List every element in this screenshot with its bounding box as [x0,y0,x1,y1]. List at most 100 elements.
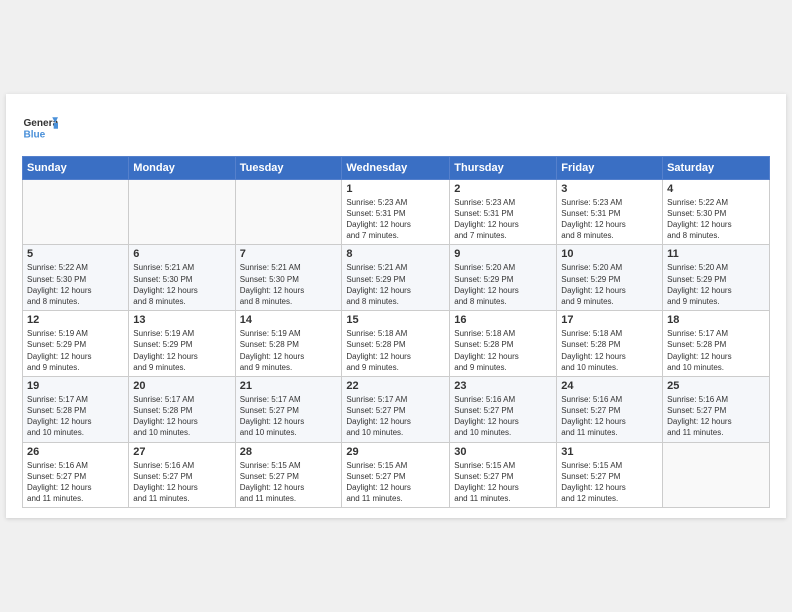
calendar-day-3: 3Sunrise: 5:23 AM Sunset: 5:31 PM Daylig… [557,179,663,245]
calendar-day-4: 4Sunrise: 5:22 AM Sunset: 5:30 PM Daylig… [663,179,770,245]
calendar-day-21: 21 Sunrise: 5:17 AM Sunset: 5:27 PM Dayli… [235,376,342,442]
calendar-day-13: 13 Sunrise: 5:19 AM Sunset: 5:29 PM Dayli… [129,311,235,377]
weekday-header-sunday: Sunday [23,156,129,179]
calendar-day-12: 12 Sunrise: 5:19 AM Sunset: 5:29 PM Dayli… [23,311,129,377]
day-number: 16 [454,314,552,326]
day-info: Sunrise: 5:19 AM Sunset: 5:28 PM Dayligh… [240,328,338,373]
svg-text:Blue: Blue [23,129,45,140]
calendar-week-row: 5 Sunrise: 5:22 AM Sunset: 5:30 PM Daylig… [23,245,770,311]
day-info: Sunrise: 5:20 AM Sunset: 5:29 PM Dayligh… [454,262,552,307]
calendar-day-25: 25 Sunrise: 5:16 AM Sunset: 5:27 PM Dayli… [663,376,770,442]
calendar-day-2: 2 Sunrise: 5:23 AM Sunset: 5:31 PM Daylig… [450,179,557,245]
day-number: 31 [561,446,658,458]
calendar-day-6: 6Sunrise: 5:21 AM Sunset: 5:30 PM Daylig… [129,245,235,311]
day-info: Sunrise: 5:22 AM Sunset: 5:30 PM Dayligh… [27,262,124,307]
day-info: Sunrise: 5:15 AM Sunset: 5:27 PM Dayligh… [561,460,658,505]
day-number: 21 [240,380,338,392]
day-number: 24 [561,380,658,392]
calendar-day-17: 17 Sunrise: 5:18 AM Sunset: 5:28 PM Dayli… [557,311,663,377]
weekday-header-saturday: Saturday [663,156,770,179]
calendar-container: General Blue SundayMondayTuesdayWednesda… [6,94,786,519]
calendar-day-29: 29Sunrise: 5:15 AM Sunset: 5:27 PM Dayli… [342,442,450,508]
day-info: Sunrise: 5:21 AM Sunset: 5:29 PM Dayligh… [346,262,445,307]
calendar-day-empty [235,179,342,245]
day-number: 8 [346,248,445,260]
day-number: 13 [133,314,230,326]
day-number: 23 [454,380,552,392]
day-number: 3 [561,183,658,195]
weekday-header-tuesday: Tuesday [235,156,342,179]
day-info: Sunrise: 5:16 AM Sunset: 5:27 PM Dayligh… [561,394,658,439]
calendar-day-23: 23 Sunrise: 5:16 AM Sunset: 5:27 PM Dayli… [450,376,557,442]
calendar-day-20: 20 Sunrise: 5:17 AM Sunset: 5:28 PM Dayli… [129,376,235,442]
day-info: Sunrise: 5:17 AM Sunset: 5:28 PM Dayligh… [133,394,230,439]
calendar-day-11: 11 Sunrise: 5:20 AM Sunset: 5:29 PM Dayli… [663,245,770,311]
calendar-day-1: 1 Sunrise: 5:23 AM Sunset: 5:31 PM Daylig… [342,179,450,245]
day-number: 4 [667,183,765,195]
day-number: 7 [240,248,338,260]
calendar-day-28: 28 Sunrise: 5:15 AM Sunset: 5:27 PM Dayli… [235,442,342,508]
logo: General Blue [22,110,58,146]
day-number: 11 [667,248,765,260]
calendar-day-7: 7 Sunrise: 5:21 AM Sunset: 5:30 PM Daylig… [235,245,342,311]
calendar-day-16: 16 Sunrise: 5:18 AM Sunset: 5:28 PM Dayli… [450,311,557,377]
day-number: 17 [561,314,658,326]
calendar-day-19: 19 Sunrise: 5:17 AM Sunset: 5:28 PM Dayli… [23,376,129,442]
day-info: Sunrise: 5:23 AM Sunset: 5:31 PM Dayligh… [346,197,445,242]
day-info: Sunrise: 5:19 AM Sunset: 5:29 PM Dayligh… [133,328,230,373]
calendar-week-row: 12 Sunrise: 5:19 AM Sunset: 5:29 PM Dayli… [23,311,770,377]
weekday-header-wednesday: Wednesday [342,156,450,179]
calendar-day-31: 31 Sunrise: 5:15 AM Sunset: 5:27 PM Dayli… [557,442,663,508]
day-info: Sunrise: 5:17 AM Sunset: 5:28 PM Dayligh… [667,328,765,373]
day-number: 9 [454,248,552,260]
day-info: Sunrise: 5:16 AM Sunset: 5:27 PM Dayligh… [667,394,765,439]
day-number: 25 [667,380,765,392]
day-info: Sunrise: 5:17 AM Sunset: 5:28 PM Dayligh… [27,394,124,439]
calendar-day-30: 30Sunrise: 5:15 AM Sunset: 5:27 PM Dayli… [450,442,557,508]
day-info: Sunrise: 5:18 AM Sunset: 5:28 PM Dayligh… [454,328,552,373]
day-number: 28 [240,446,338,458]
calendar-day-8: 8 Sunrise: 5:21 AM Sunset: 5:29 PM Daylig… [342,245,450,311]
day-number: 12 [27,314,124,326]
day-info: Sunrise: 5:23 AM Sunset: 5:31 PM Dayligh… [454,197,552,242]
day-number: 19 [27,380,124,392]
calendar-week-row: 26Sunrise: 5:16 AM Sunset: 5:27 PM Dayli… [23,442,770,508]
calendar-day-empty [129,179,235,245]
day-info: Sunrise: 5:17 AM Sunset: 5:27 PM Dayligh… [240,394,338,439]
day-number: 5 [27,248,124,260]
calendar-day-empty [663,442,770,508]
day-number: 29 [346,446,445,458]
day-number: 14 [240,314,338,326]
calendar-day-27: 27Sunrise: 5:16 AM Sunset: 5:27 PM Dayli… [129,442,235,508]
logo-icon: General Blue [22,110,58,146]
weekday-header-thursday: Thursday [450,156,557,179]
day-number: 30 [454,446,552,458]
day-info: Sunrise: 5:16 AM Sunset: 5:27 PM Dayligh… [454,394,552,439]
day-info: Sunrise: 5:18 AM Sunset: 5:28 PM Dayligh… [561,328,658,373]
calendar-table: SundayMondayTuesdayWednesdayThursdayFrid… [22,156,770,509]
header: General Blue [22,110,770,146]
day-info: Sunrise: 5:17 AM Sunset: 5:27 PM Dayligh… [346,394,445,439]
calendar-week-row: 19 Sunrise: 5:17 AM Sunset: 5:28 PM Dayli… [23,376,770,442]
day-number: 18 [667,314,765,326]
day-info: Sunrise: 5:19 AM Sunset: 5:29 PM Dayligh… [27,328,124,373]
calendar-week-row: 1 Sunrise: 5:23 AM Sunset: 5:31 PM Daylig… [23,179,770,245]
day-info: Sunrise: 5:16 AM Sunset: 5:27 PM Dayligh… [133,460,230,505]
day-number: 2 [454,183,552,195]
calendar-day-9: 9 Sunrise: 5:20 AM Sunset: 5:29 PM Daylig… [450,245,557,311]
day-number: 6 [133,248,230,260]
day-info: Sunrise: 5:20 AM Sunset: 5:29 PM Dayligh… [667,262,765,307]
weekday-header-monday: Monday [129,156,235,179]
day-number: 20 [133,380,230,392]
day-info: Sunrise: 5:15 AM Sunset: 5:27 PM Dayligh… [240,460,338,505]
calendar-day-24: 24 Sunrise: 5:16 AM Sunset: 5:27 PM Dayli… [557,376,663,442]
calendar-day-15: 15Sunrise: 5:18 AM Sunset: 5:28 PM Dayli… [342,311,450,377]
calendar-day-26: 26Sunrise: 5:16 AM Sunset: 5:27 PM Dayli… [23,442,129,508]
svg-text:General: General [23,117,58,128]
calendar-day-14: 14 Sunrise: 5:19 AM Sunset: 5:28 PM Dayli… [235,311,342,377]
day-info: Sunrise: 5:21 AM Sunset: 5:30 PM Dayligh… [240,262,338,307]
calendar-day-18: 18 Sunrise: 5:17 AM Sunset: 5:28 PM Dayli… [663,311,770,377]
day-info: Sunrise: 5:20 AM Sunset: 5:29 PM Dayligh… [561,262,658,307]
calendar-day-5: 5 Sunrise: 5:22 AM Sunset: 5:30 PM Daylig… [23,245,129,311]
day-number: 1 [346,183,445,195]
